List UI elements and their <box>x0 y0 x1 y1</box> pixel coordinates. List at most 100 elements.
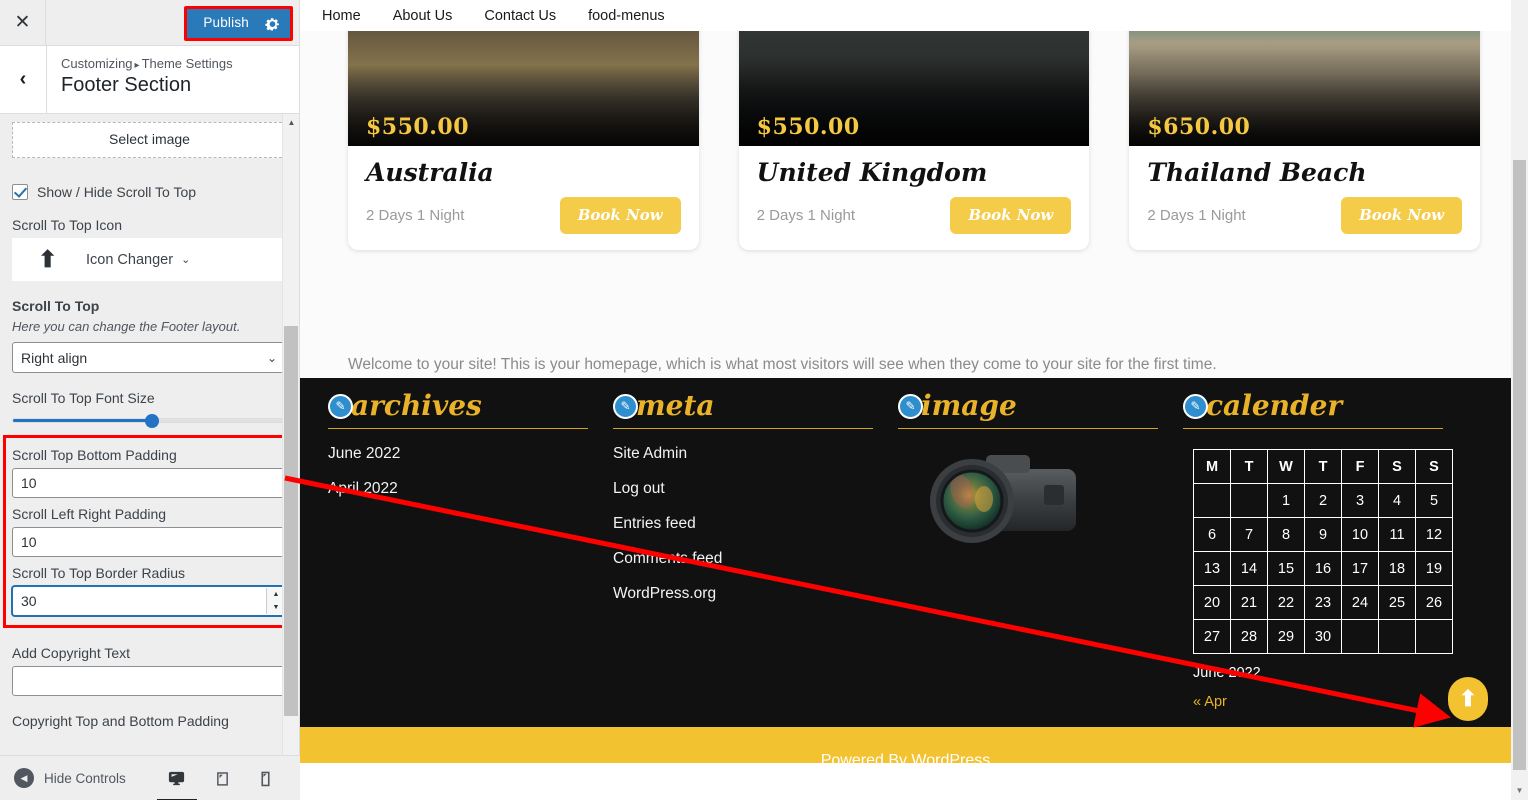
stepper-down-icon[interactable]: ▼ <box>273 604 280 611</box>
icon-changer-control[interactable]: ⬆ Icon Changer ⌄ <box>12 238 287 281</box>
footer-widget-image: ✎ image <box>898 392 1183 711</box>
highlighted-padding-group: Scroll Top Bottom Padding Scroll Left Ri… <box>3 435 296 628</box>
calendar-cell: 5 <box>1415 483 1453 518</box>
calendar-cell: 17 <box>1341 551 1379 586</box>
close-icon[interactable]: ✕ <box>0 0 46 45</box>
hide-controls-label: Hide Controls <box>44 770 126 786</box>
breadcrumb-root[interactable]: Customizing <box>61 56 133 71</box>
scroll-to-top-help: Here you can change the Footer layout. <box>12 319 241 334</box>
footer-align-select[interactable]: Right align <box>12 342 287 373</box>
nav-item-contact-us[interactable]: Contact Us <box>484 8 556 24</box>
show-hide-scroll-top-label: Show / Hide Scroll To Top <box>37 184 197 200</box>
stepper-up-icon[interactable]: ▲ <box>273 591 280 598</box>
customizer-sidebar: ✕ Publish ‹ Customizing ▸ Theme Settings F… <box>0 0 300 800</box>
calendar-caption: June 2022 <box>1193 665 1261 681</box>
hide-controls-button[interactable]: ◀ Hide Controls <box>14 768 126 788</box>
list-item[interactable]: June 2022 <box>328 445 595 463</box>
pencil-icon[interactable]: ✎ <box>613 393 638 419</box>
mobile-icon[interactable] <box>259 769 272 788</box>
scrollbar-thumb[interactable] <box>284 326 298 716</box>
widget-divider <box>898 428 1158 429</box>
calendar-cell: 8 <box>1267 517 1305 552</box>
calendar-cell: 2 <box>1304 483 1342 518</box>
preview-scrollbar-thumb[interactable] <box>1513 160 1526 770</box>
list-item[interactable]: WordPress.org <box>613 585 880 603</box>
widget-title: calender <box>1206 389 1343 422</box>
list-item[interactable]: Log out <box>613 480 880 498</box>
calendar-cell: 24 <box>1341 585 1379 620</box>
card-price: $550.00 <box>756 114 860 140</box>
calendar-prev-link[interactable]: « Apr <box>1193 694 1227 710</box>
list-item[interactable]: Comments feed <box>613 550 880 568</box>
list-item[interactable]: Site Admin <box>613 445 880 463</box>
destination-card[interactable]: $650.00 Thailand Beach 2 Days 1 Night Bo… <box>1129 0 1481 250</box>
sidebar-scrollbar[interactable]: ▲ ▼ <box>282 114 299 799</box>
scroll-left-right-padding-input[interactable] <box>12 527 287 557</box>
card-body: United Kingdom 2 Days 1 Night Book Now <box>739 146 1090 250</box>
show-hide-scroll-top-row[interactable]: Show / Hide Scroll To Top <box>12 184 287 200</box>
destination-card[interactable]: $550.00 Australia 2 Days 1 Night Book No… <box>348 0 699 250</box>
book-now-button[interactable]: Book Now <box>1341 196 1463 234</box>
nav-item-home[interactable]: Home <box>322 8 361 24</box>
nav-item-about-us[interactable]: About Us <box>393 8 453 24</box>
show-hide-scroll-top-checkbox[interactable] <box>12 184 28 200</box>
calendar-cell: 29 <box>1267 619 1305 654</box>
font-size-slider[interactable] <box>12 413 287 428</box>
scroll-up-icon[interactable]: ▲ <box>283 114 299 131</box>
slider-fill <box>13 419 153 422</box>
calendar-cell: 16 <box>1304 551 1342 586</box>
desktop-icon[interactable] <box>167 769 186 788</box>
copyright-padding-label: Copyright Top and Bottom Padding <box>12 713 229 729</box>
calendar-cell: 28 <box>1230 619 1268 654</box>
pencil-icon[interactable]: ✎ <box>1183 393 1208 419</box>
destination-card[interactable]: $550.00 United Kingdom 2 Days 1 Night Bo… <box>738 0 1090 250</box>
book-now-button[interactable]: Book Now <box>950 196 1072 234</box>
pencil-icon[interactable]: ✎ <box>898 393 923 419</box>
preview-scroll-down-icon[interactable]: ▼ <box>1511 782 1528 798</box>
gear-icon[interactable] <box>261 9 290 39</box>
border-radius-number-wrap: ▲ ▼ <box>12 586 287 616</box>
meta-link-wordpress-org[interactable]: WordPress.org <box>613 585 716 602</box>
copyright-text-input[interactable] <box>12 666 287 696</box>
list-item[interactable]: Entries feed <box>613 515 880 533</box>
align-select-wrap: Right align ⌄ <box>12 342 287 373</box>
slider-handle[interactable] <box>145 413 160 428</box>
back-button[interactable]: ‹ <box>0 46 47 113</box>
scroll-to-top-button[interactable]: ⬆ <box>1448 677 1488 721</box>
pencil-icon[interactable]: ✎ <box>328 393 353 419</box>
select-image-button[interactable]: Select image <box>12 122 287 158</box>
calendar-table: M T W T F S S 1 2 3 4 5 6 7 8 9 10 11 12… <box>1193 449 1453 654</box>
meta-link-entries-feed[interactable]: Entries feed <box>613 515 696 532</box>
scroll-border-radius-input[interactable] <box>12 586 287 616</box>
card-title: United Kingdom <box>756 158 988 187</box>
card-body: Thailand Beach 2 Days 1 Night Book Now <box>1129 146 1480 250</box>
calendar-header-row: M T W T F S S <box>1193 449 1453 484</box>
customizer-controls: Select image Show / Hide Scroll To Top S… <box>0 114 299 799</box>
meta-list: Site Admin Log out Entries feed Comments… <box>613 445 880 603</box>
book-now-button[interactable]: Book Now <box>559 196 681 234</box>
card-price: $550.00 <box>366 114 470 140</box>
scroll-top-bottom-padding-input[interactable] <box>12 468 287 498</box>
meta-link-comments-feed[interactable]: Comments feed <box>613 550 722 567</box>
calendar-cell: 21 <box>1230 585 1268 620</box>
scroll-border-radius-label: Scroll To Top Border Radius <box>12 565 186 581</box>
tablet-icon[interactable] <box>214 769 231 788</box>
add-copyright-text-label: Add Copyright Text <box>12 645 131 661</box>
widget-divider <box>328 428 588 429</box>
meta-link-log-out[interactable]: Log out <box>613 480 665 497</box>
archive-link[interactable]: April 2022 <box>328 480 398 497</box>
breadcrumb-current[interactable]: Theme Settings <box>142 56 233 71</box>
calendar-cell: 15 <box>1267 551 1305 586</box>
archive-link[interactable]: June 2022 <box>328 445 400 462</box>
site-footer: ✎ archives June 2022 April 2022 ✎ meta S… <box>300 378 1528 769</box>
preview-scrollbar[interactable]: ▼ <box>1511 0 1528 800</box>
breadcrumb-separator-icon: ▸ <box>134 60 140 71</box>
list-item[interactable]: April 2022 <box>328 480 595 498</box>
widget-heading: ✎ archives <box>328 392 595 420</box>
calendar-day-header: S <box>1415 449 1453 484</box>
meta-link-site-admin[interactable]: Site Admin <box>613 445 687 462</box>
customizer-screen: ✕ Publish ‹ Customizing ▸ Theme Settings F… <box>0 0 1528 800</box>
publish-button[interactable]: Publish <box>187 9 261 39</box>
widget-title: meta <box>636 389 715 422</box>
nav-item-food-menus[interactable]: food-menus <box>588 8 665 24</box>
